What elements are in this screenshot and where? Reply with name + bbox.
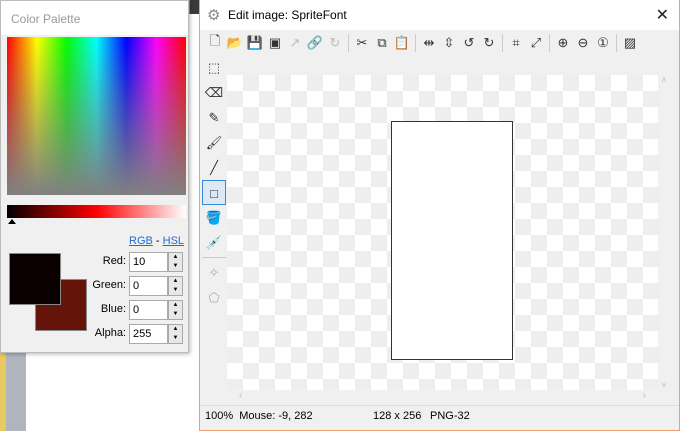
image-bounds <box>391 121 513 360</box>
paste-icon[interactable]: 📋 <box>392 35 412 51</box>
eraser-icon[interactable]: ⌫ <box>202 80 226 105</box>
brightness-slider[interactable] <box>7 205 186 218</box>
fill-icon[interactable]: 🪣 <box>202 205 226 230</box>
toolbar-divider <box>348 34 349 52</box>
edit-image-window: ⚙ Edit image: SpriteFont ✕ 🗋 📂 💾 ▣ ↗ 🔗 ↻ ✂ ⧉ 📋 ⇹… <box>199 0 680 431</box>
palette-title: Color Palette <box>1 1 188 35</box>
tool-panel: ⬚ ⌫ ✎ 🖌 ╱ □ 🪣 💉 ✧ ⬠ <box>202 55 226 310</box>
vertical-scrollbar[interactable]: ˄ ˅ <box>658 75 670 390</box>
eyedropper-icon[interactable]: 💉 <box>202 230 226 255</box>
background-panel <box>6 352 26 431</box>
flip-horizontal-icon[interactable]: ⇹ <box>419 35 439 51</box>
toolbar-divider <box>502 34 503 52</box>
save-icon[interactable]: 💾 <box>245 35 265 51</box>
brush-icon[interactable]: 🖌 <box>202 130 226 155</box>
pencil-icon[interactable]: ✎ <box>202 105 226 130</box>
toolbar-divider <box>616 34 617 52</box>
alpha-label: Alpha: <box>94 327 126 339</box>
primary-color-swatch[interactable] <box>9 253 61 305</box>
title-bar: ⚙ Edit image: SpriteFont ✕ <box>200 0 679 30</box>
blue-input[interactable]: 0 <box>129 300 168 320</box>
cut-icon[interactable]: ✂ <box>352 35 372 51</box>
window-title: Edit image: SpriteFont <box>228 8 347 22</box>
toolbar: 🗋 📂 💾 ▣ ↗ 🔗 ↻ ✂ ⧉ 📋 ⇹ ⇳ ↺ ↻ ⌗ ⤢ ⊕ ⊖ ① ▨ <box>205 32 640 54</box>
link-separator: - <box>155 235 160 247</box>
tool-divider <box>202 257 226 258</box>
link-icon[interactable]: 🔗 <box>305 35 325 51</box>
zoom-level: 100% <box>205 410 234 422</box>
blue-spinner[interactable]: ▲ ▼ <box>168 300 183 320</box>
rotate-left-icon[interactable]: ↺ <box>459 35 479 51</box>
new-icon[interactable]: 🗋 <box>205 32 225 54</box>
hsl-link[interactable]: HSL <box>163 235 184 247</box>
blue-field: Blue: 0 ▲ ▼ <box>81 300 185 320</box>
background-icon[interactable]: ▨ <box>620 35 640 51</box>
blue-label: Blue: <box>100 303 126 315</box>
alpha-field: Alpha: 255 ▲ ▼ <box>81 324 185 344</box>
horizontal-scrollbar[interactable]: ‹ › <box>227 390 658 404</box>
select-icon[interactable]: ⬚ <box>202 55 226 80</box>
copy-icon[interactable]: ⧉ <box>372 35 392 51</box>
image-canvas[interactable] <box>227 75 658 390</box>
red-input[interactable]: 10 <box>129 252 168 272</box>
mouse-position: Mouse: -9, 282 <box>239 410 313 422</box>
open-icon[interactable]: 📂 <box>225 35 245 51</box>
image-format: PNG-32 <box>430 410 470 422</box>
rectangle-icon[interactable]: □ <box>202 180 226 205</box>
point-icon[interactable]: ✧ <box>202 260 226 285</box>
rgb-link[interactable]: RGB <box>129 235 153 247</box>
refresh-icon[interactable]: ↻ <box>325 35 345 51</box>
zoom-actual-icon[interactable]: ① <box>593 35 613 51</box>
toolbar-divider <box>415 34 416 52</box>
rotate-right-icon[interactable]: ↻ <box>479 35 499 51</box>
green-field: Green: 0 ▲ ▼ <box>81 276 185 296</box>
polygon-icon[interactable]: ⬠ <box>202 285 226 310</box>
image-size: 128 x 256 <box>373 410 422 422</box>
gear-icon: ⚙ <box>207 7 221 24</box>
green-input[interactable]: 0 <box>129 276 168 296</box>
save-as-icon[interactable]: ▣ <box>265 35 285 51</box>
red-field: Red: 10 ▲ ▼ <box>81 252 185 272</box>
color-spectrum[interactable] <box>7 37 186 195</box>
red-label: Red: <box>102 255 126 267</box>
slider-marker[interactable] <box>8 219 16 224</box>
zoom-out-icon[interactable]: ⊖ <box>573 35 593 51</box>
flip-vertical-icon[interactable]: ⇳ <box>439 35 459 51</box>
toolbar-divider <box>549 34 550 52</box>
close-button[interactable]: ✕ <box>656 5 669 25</box>
line-icon[interactable]: ╱ <box>202 155 226 180</box>
zoom-in-icon[interactable]: ⊕ <box>553 35 573 51</box>
crop-icon[interactable]: ⌗ <box>506 35 526 51</box>
red-spinner[interactable]: ▲ ▼ <box>168 252 183 272</box>
export-icon[interactable]: ↗ <box>285 35 305 51</box>
color-palette-window: Color Palette RGB - HSL Red: 10 ▲ ▼ Green: 0… <box>0 0 189 353</box>
green-spinner[interactable]: ▲ ▼ <box>168 276 183 296</box>
resize-icon[interactable]: ⤢ <box>526 35 546 51</box>
alpha-input[interactable]: 255 <box>129 324 168 344</box>
color-mode-links: RGB - HSL <box>129 235 184 247</box>
status-bar: 100% Mouse: -9, 282 128 x 256 PNG-32 <box>200 405 679 425</box>
green-label: Green: <box>92 279 126 291</box>
alpha-spinner[interactable]: ▲ ▼ <box>168 324 183 344</box>
